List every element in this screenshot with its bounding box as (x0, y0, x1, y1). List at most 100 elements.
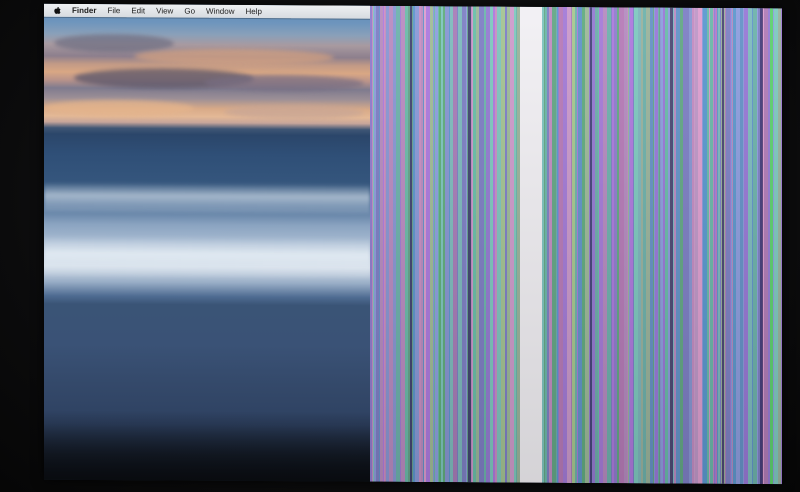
glitch-green-line (770, 8, 773, 485)
menu-edit[interactable]: Edit (131, 6, 145, 15)
glitch-dark-line (670, 7, 673, 484)
glitch-dark-line (760, 8, 763, 485)
glitch-line (595, 7, 598, 484)
glitch-line (585, 7, 589, 484)
glitch-line (617, 7, 619, 484)
glitch-dark-line (410, 5, 412, 482)
glitch-line (757, 8, 758, 485)
glitch-line (542, 6, 544, 483)
glitch-line (624, 7, 627, 484)
glitch-line (424, 6, 426, 483)
glitch-line (467, 6, 468, 483)
glitch-line (643, 7, 646, 484)
glitch-line (683, 7, 687, 484)
glitch-line (491, 6, 493, 483)
glitch-line (674, 7, 676, 484)
glitch-line (401, 5, 405, 482)
desktop-wallpaper-beach (44, 3, 370, 482)
glitch-line (665, 7, 668, 484)
glitch-line (435, 6, 438, 483)
glitch-line (544, 6, 545, 483)
glitch-line (473, 6, 476, 483)
cloud (44, 99, 194, 117)
menu-help[interactable]: Help (245, 7, 261, 16)
glitch-line (445, 6, 449, 483)
glitch-line (556, 6, 557, 483)
glitch-line (472, 6, 473, 483)
glitch-line (415, 6, 419, 483)
glitch-line (421, 6, 423, 483)
glitch-line (698, 7, 702, 484)
glitch-line (710, 7, 713, 484)
glitch-line (744, 8, 748, 485)
glitch-line (731, 7, 732, 484)
glitch-line (545, 6, 547, 483)
glitch-line (611, 7, 612, 484)
glitch-line (650, 7, 653, 484)
glitch-line (419, 6, 421, 483)
glitch-line (707, 7, 709, 484)
wave-foam (44, 181, 370, 214)
glitch-line (393, 5, 396, 482)
cloud (54, 33, 174, 53)
glitch-line (603, 7, 607, 484)
glitch-line (653, 7, 654, 484)
glitch-line (778, 8, 781, 485)
glitch-line (571, 6, 572, 483)
glitch-line (629, 7, 630, 484)
glitch-line (730, 7, 731, 484)
glitch-line (482, 6, 484, 483)
glitch-line (490, 6, 491, 483)
menu-view[interactable]: View (156, 6, 173, 15)
glitch-line (549, 6, 552, 483)
glitch-line (380, 5, 383, 482)
glitch-line (471, 6, 472, 483)
glitch-line (627, 7, 628, 484)
glitch-line (736, 7, 740, 484)
glitch-line (376, 5, 379, 482)
glitch-line (495, 6, 497, 483)
glitch-line (599, 7, 603, 484)
glitch-line (493, 6, 495, 483)
glitch-line (484, 6, 486, 483)
menu-bar: Finder File Edit View Go Window Help (44, 3, 370, 19)
glitch-dark-line (468, 6, 471, 483)
glitch-line (654, 7, 655, 484)
glitch-line (379, 5, 380, 482)
cloud (204, 74, 364, 92)
glitch-line (714, 7, 715, 484)
glitch-line (423, 6, 424, 483)
glitch-line (464, 6, 466, 483)
glitch-line (479, 6, 481, 483)
glitch-line (449, 6, 450, 483)
glitch-line (663, 7, 665, 484)
glitch-line (426, 6, 430, 483)
glitch-line (433, 6, 434, 483)
glitch-line (628, 7, 629, 484)
glitch-line (374, 5, 376, 482)
glitch-line (582, 7, 585, 484)
glitch-line (497, 6, 501, 483)
glitch-line (575, 6, 577, 484)
glitch-line (443, 6, 445, 483)
display-glitch-vertical-lines (370, 5, 782, 485)
glitch-line (753, 8, 757, 485)
glitch-line (567, 6, 571, 483)
glitch-line (370, 5, 372, 482)
glitch-line (607, 7, 611, 484)
glitch-line (396, 5, 400, 482)
menu-finder[interactable]: Finder (72, 6, 96, 15)
glitch-line (510, 6, 514, 483)
glitch-line (563, 6, 567, 483)
glitch-line (752, 8, 753, 485)
menu-window[interactable]: Window (206, 7, 234, 16)
menu-go[interactable]: Go (184, 7, 195, 16)
glitch-line (764, 8, 768, 485)
apple-icon[interactable] (52, 5, 62, 15)
glitch-line (453, 6, 457, 483)
glitch-line (621, 7, 624, 484)
glitch-line (689, 7, 692, 484)
glitch-line (413, 6, 415, 483)
glitch-line (458, 6, 462, 483)
menu-file[interactable]: File (107, 6, 120, 15)
